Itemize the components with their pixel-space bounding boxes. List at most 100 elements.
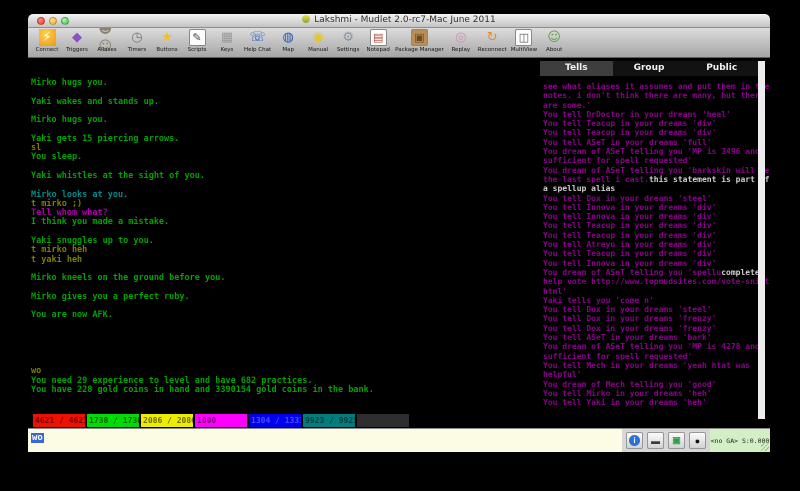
keyboard-icon: ▬ bbox=[651, 436, 660, 446]
gauge-4: 1000 bbox=[195, 414, 247, 427]
minimize-button[interactable] bbox=[49, 17, 57, 25]
tells-line: help vote http://www.topmudsites.com/vot… bbox=[543, 277, 770, 286]
tells-line: notes. i don't think there are many, but… bbox=[543, 91, 770, 100]
console-line: You are now AFK. bbox=[31, 311, 374, 320]
tells-line: You dream of ASeT telling you 'barkskin … bbox=[543, 166, 770, 175]
toolbar-item-scripts[interactable]: ✎Scripts bbox=[182, 28, 212, 53]
gauge-7 bbox=[357, 414, 409, 427]
console-line: You sleep. bbox=[31, 153, 374, 162]
keyboard-button[interactable]: ▬ bbox=[647, 432, 664, 449]
window-title-text: Lakshmi - Mudlet 2.0-rc7-Mac June 2011 bbox=[314, 15, 495, 25]
gauge-2: 1738 / 1738 bbox=[87, 414, 139, 427]
toolbar-item-label: Scripts bbox=[188, 47, 207, 53]
console-line: Mirko looks at you. bbox=[31, 191, 374, 200]
tells-line: You dream of ASeT telling you 'MP is 349… bbox=[543, 147, 770, 156]
console-line: You have 228 gold coins in hand and 3390… bbox=[31, 386, 374, 395]
gauge-1: 4621 / 4621 bbox=[33, 414, 85, 427]
console-line: Yaki gets 15 piercing arrows. bbox=[31, 135, 374, 144]
tells-line: You tell Teacup in your dreams 'div' bbox=[543, 231, 770, 240]
toolbar-item-label: Buttons bbox=[156, 47, 177, 53]
gauges: 4621 / 46211738 / 17382086 / 20861000130… bbox=[33, 414, 409, 427]
tells-line: You tell Innova in your dreams 'div' bbox=[543, 259, 770, 268]
notepad-icon: ▣ bbox=[672, 435, 681, 446]
tells-line: You tell Teacup in your dreams 'div' bbox=[543, 249, 770, 258]
tells-scrollbar[interactable] bbox=[758, 61, 765, 419]
tells-line: helpful' bbox=[543, 370, 770, 379]
toolbar-item-connect[interactable]: ⚡Connect bbox=[32, 28, 62, 53]
tells-line: You tell ASeT in your dreams 'bark' bbox=[543, 333, 770, 342]
console-line: sl bbox=[31, 144, 374, 153]
emergency-stop-button[interactable]: ● bbox=[689, 432, 706, 449]
toolbar-item-triggers[interactable]: ◆Triggers bbox=[62, 28, 92, 53]
toolbar-item-buttons[interactable]: ★Buttons bbox=[152, 28, 182, 53]
console-line: Yaki wakes and stands up. bbox=[31, 98, 374, 107]
toolbar-item-settings[interactable]: ⚙Settings bbox=[333, 28, 363, 53]
console-line: t yaki heh bbox=[31, 256, 374, 265]
toolbar-item-label: About bbox=[546, 47, 562, 53]
timers-icon: ◷ bbox=[129, 29, 146, 46]
close-button[interactable] bbox=[37, 17, 45, 25]
toolbar-item-keys[interactable]: ▦Keys bbox=[212, 28, 242, 53]
toolbar-item-timers[interactable]: ◷Timers bbox=[122, 28, 152, 53]
toolbar-item-label: MultiView bbox=[511, 47, 538, 53]
multiview-icon: ◫ bbox=[515, 29, 532, 46]
toolbar-item-label: Timers bbox=[128, 47, 147, 53]
toolbar-item-notepad[interactable]: ▤Notepad bbox=[363, 28, 393, 53]
toolbar-item-about[interactable]: ☺About bbox=[539, 28, 569, 53]
tells-line: You tell ASeT in your dreams 'full' bbox=[543, 138, 770, 147]
tells-line: You tell Teacup in your dreams 'div' bbox=[543, 128, 770, 137]
triggers-icon: ◆ bbox=[69, 29, 86, 46]
toolbar-item-package-manager[interactable]: ▣Package Manager bbox=[393, 28, 446, 53]
package-manager-icon: ▣ bbox=[411, 29, 428, 46]
notepad-button[interactable]: ▣ bbox=[668, 432, 685, 449]
statusbar-buttons: i▬▣●<no GA> S:0.000 bbox=[622, 429, 770, 452]
toolbar-item-label: Aliases bbox=[97, 47, 116, 53]
connect-icon: ⚡ bbox=[39, 29, 56, 46]
tells-line: are some.' bbox=[543, 101, 770, 110]
tab-tells[interactable]: Tells bbox=[540, 61, 613, 76]
toolbar-item-label: Notepad bbox=[366, 47, 389, 53]
toolbar-item-reconnect[interactable]: ↻Reconnect bbox=[476, 28, 509, 53]
reconnect-icon: ↻ bbox=[484, 29, 501, 46]
notepad-icon: ▤ bbox=[370, 29, 387, 46]
gauge-6: 9923 / 9923 bbox=[303, 414, 355, 427]
settings-icon: ⚙ bbox=[340, 29, 357, 46]
scripts-icon: ✎ bbox=[189, 29, 206, 46]
zoom-button[interactable] bbox=[61, 17, 69, 25]
toolbar-item-replay[interactable]: ◎Replay bbox=[446, 28, 476, 53]
emergency-stop-icon: ● bbox=[695, 436, 700, 446]
console-output: Mirko hugs you. Yaki wakes and stands up… bbox=[31, 79, 374, 395]
toolbar-item-label: Reconnect bbox=[478, 47, 507, 53]
console-line bbox=[31, 321, 374, 330]
tells-line: You tell Mech in your dreams 'yeah htat … bbox=[543, 361, 770, 370]
replay-icon: ◎ bbox=[452, 29, 469, 46]
desktop: Lakshmi - Mudlet 2.0-rc7-Mac June 2011 ⚡… bbox=[0, 0, 800, 491]
toolbar-item-label: Help Chat bbox=[244, 47, 271, 53]
tells-line: You tell Dox in your dreams 'frenzy' bbox=[543, 324, 770, 333]
console-line bbox=[31, 358, 374, 367]
titlebar: Lakshmi - Mudlet 2.0-rc7-Mac June 2011 bbox=[28, 14, 770, 28]
info-button[interactable]: i bbox=[626, 432, 643, 449]
toolbar-item-label: Settings bbox=[337, 47, 360, 53]
command-input-selected-text: wo bbox=[31, 433, 44, 443]
resize-grip[interactable] bbox=[761, 443, 769, 451]
tells-line: You tell Yaki in your dreams 'heh' bbox=[543, 398, 770, 407]
tab-group[interactable]: Group bbox=[613, 61, 686, 76]
tab-public[interactable]: Public bbox=[685, 61, 758, 76]
tells-line: You dream of ASeT telling you 'MP is 427… bbox=[543, 342, 770, 351]
toolbar-item-manual[interactable]: ◉Manual bbox=[303, 28, 333, 53]
tells-tabbar: TellsGroupPublic bbox=[540, 61, 758, 76]
command-input[interactable]: wo i▬▣●<no GA> S:0.000 bbox=[28, 428, 770, 452]
console-line bbox=[31, 349, 374, 358]
toolbar-item-label: Triggers bbox=[66, 47, 88, 53]
mudlet-app-icon bbox=[302, 15, 310, 23]
console-line: t mirko heh bbox=[31, 246, 374, 255]
toolbar-item-aliases[interactable]: ☻☺Aliases bbox=[92, 28, 122, 53]
toolbar-item-multiview[interactable]: ◫MultiView bbox=[509, 28, 540, 53]
console-line: Mirko kneels on the ground before you. bbox=[31, 274, 374, 283]
toolbar-item-map[interactable]: ◍Map bbox=[273, 28, 303, 53]
tells-line: a spellup alias bbox=[543, 184, 770, 193]
tells-line: You dream of Mech telling you 'good' bbox=[543, 380, 770, 389]
toolbar-item-help-chat[interactable]: ☏Help Chat bbox=[242, 28, 273, 53]
tells-line: html' bbox=[543, 287, 770, 296]
